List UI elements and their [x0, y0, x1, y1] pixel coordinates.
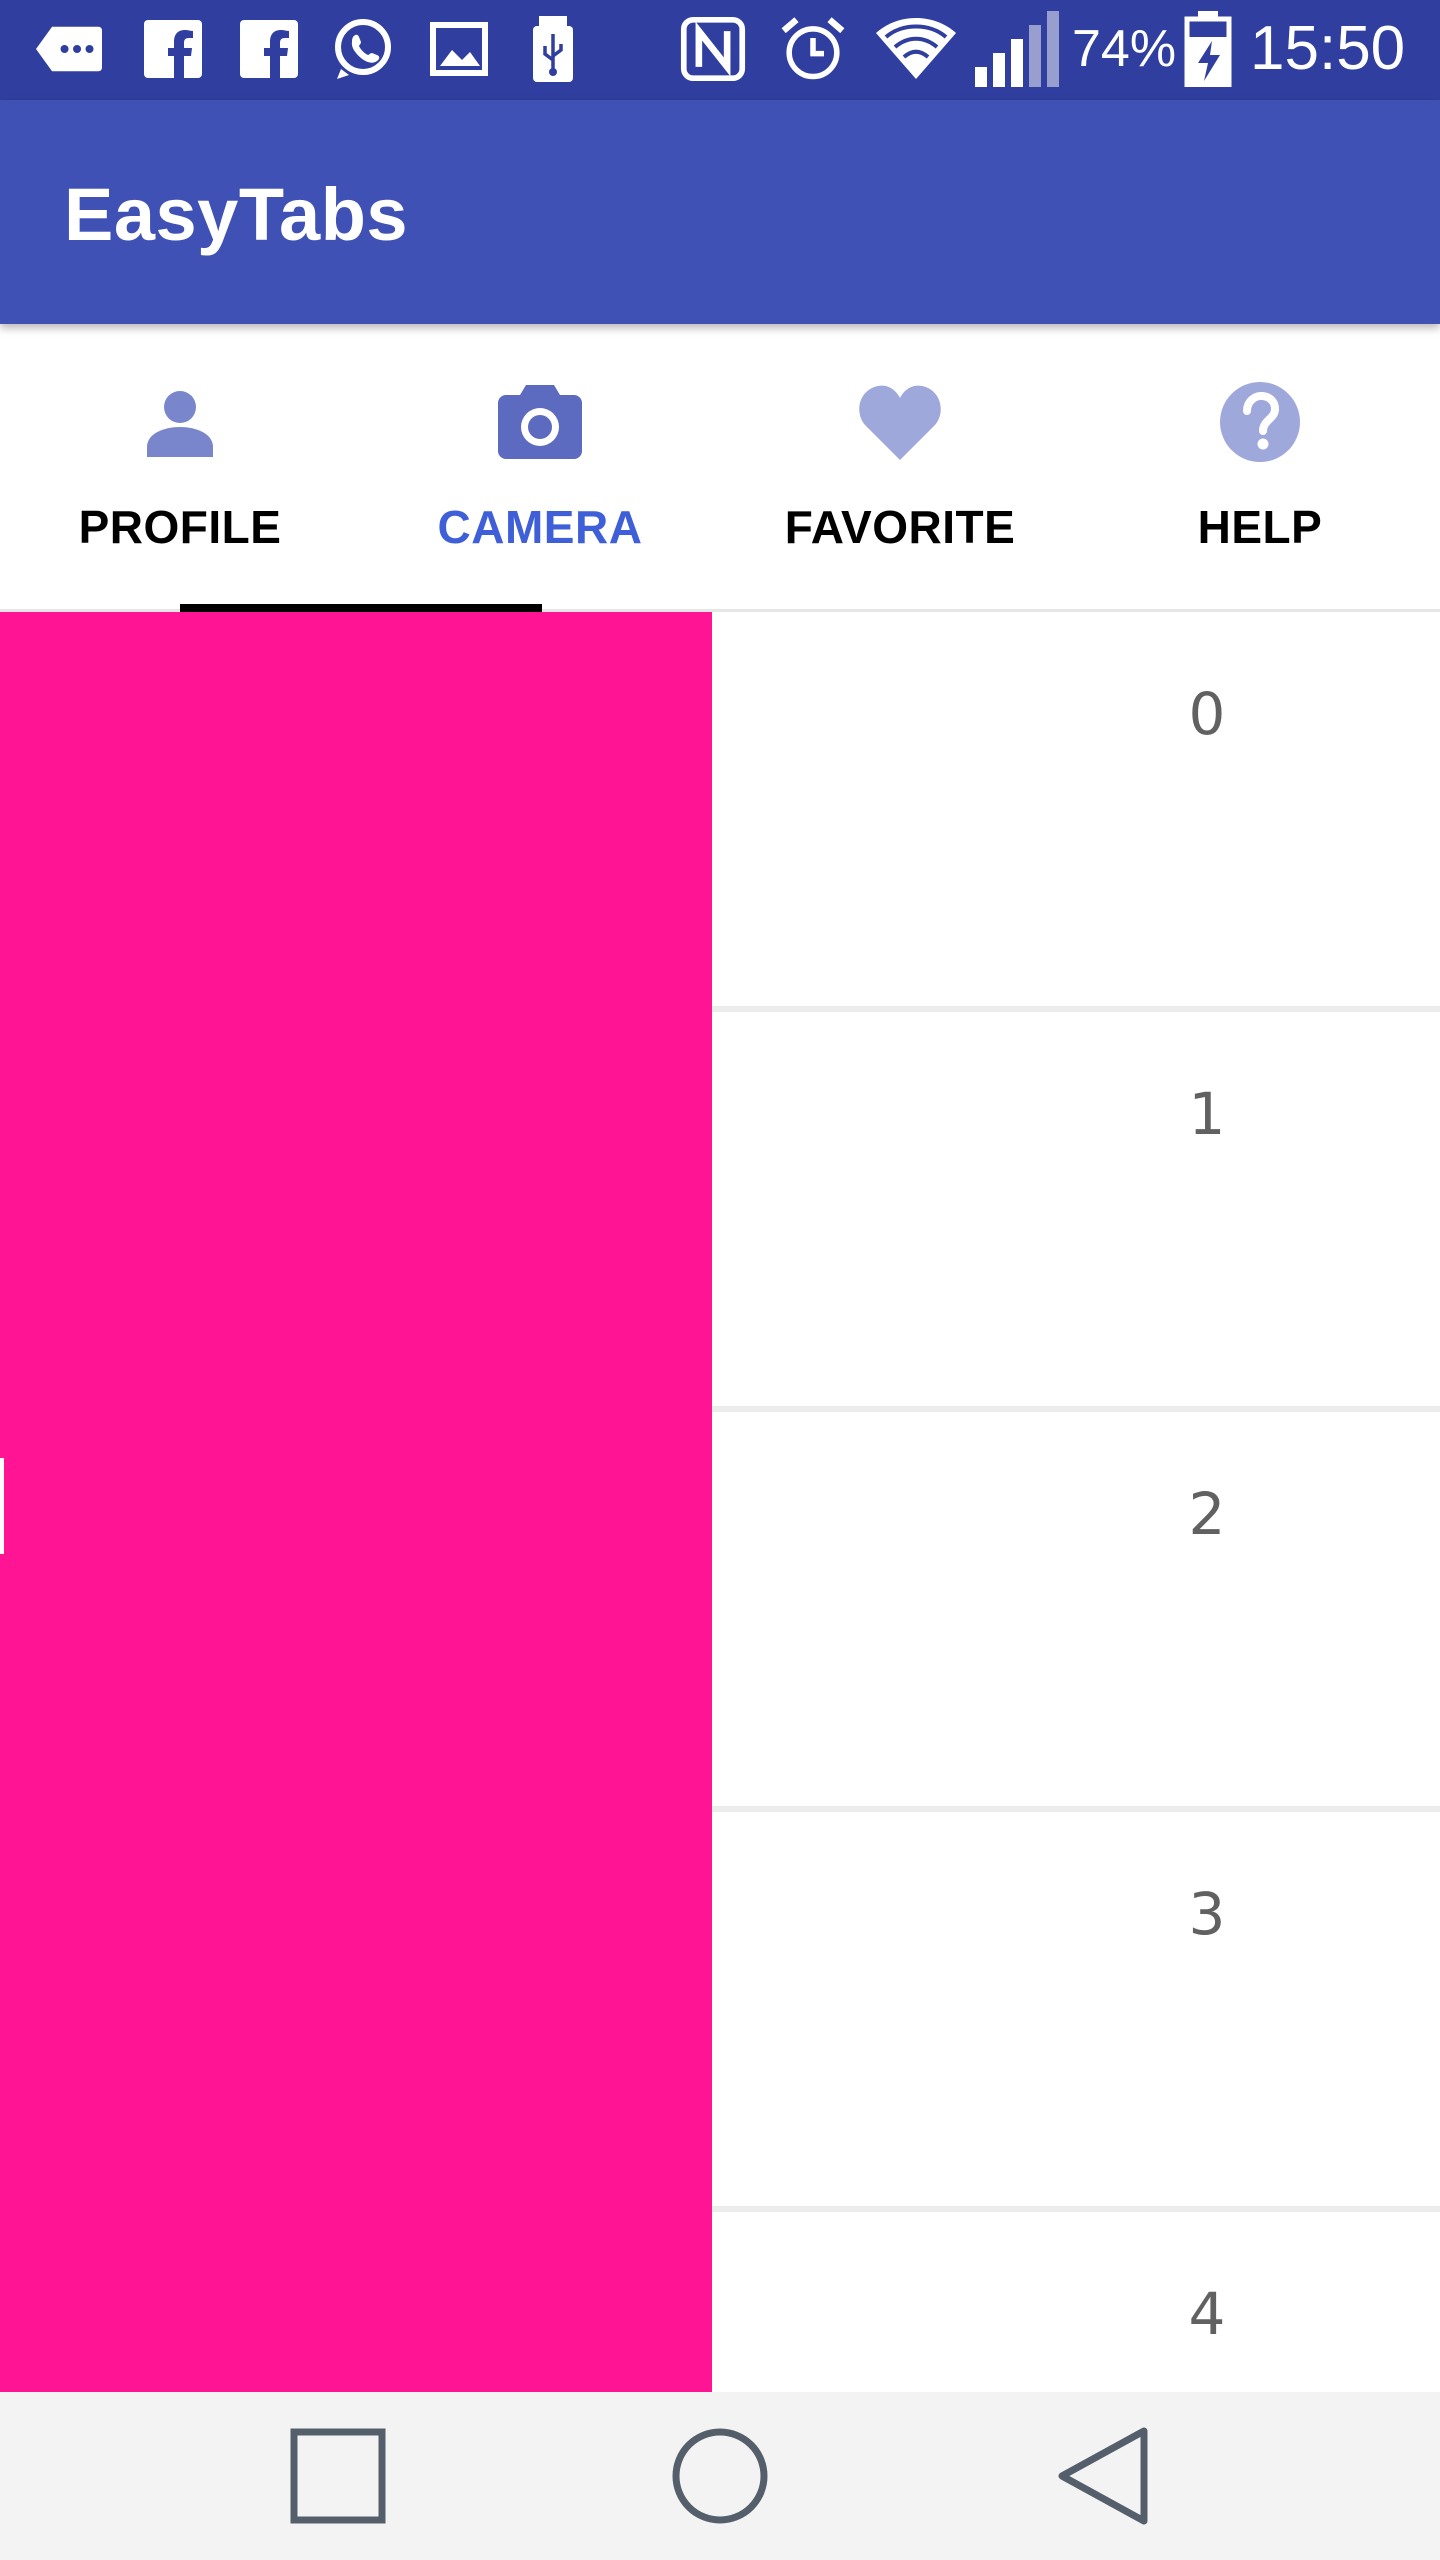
list-item-number: 0	[1188, 680, 1226, 748]
list-item[interactable]: 4	[712, 2212, 1440, 2392]
edge-handle[interactable]	[0, 1458, 4, 1554]
tab-favorite-label: FAVORITE	[784, 501, 1016, 553]
help-icon	[1210, 372, 1310, 472]
wifi-icon	[876, 16, 956, 82]
list-item[interactable]: 2	[712, 1412, 1440, 1812]
app-bar: EasyTabs	[0, 100, 1440, 324]
app-title: EasyTabs	[64, 173, 409, 256]
heart-icon	[850, 372, 950, 472]
battery-charging-icon	[1180, 11, 1236, 87]
square-icon	[290, 2428, 386, 2524]
tab-profile-label: PROFILE	[78, 501, 282, 553]
alarm-icon	[780, 16, 846, 82]
tab-help[interactable]: HELP	[1080, 324, 1440, 609]
facebook-icon	[140, 16, 206, 82]
list-item-number: 4	[1188, 2280, 1226, 2348]
person-icon	[130, 372, 230, 472]
back-button[interactable]	[1034, 2406, 1174, 2546]
triangle-back-icon	[1058, 2427, 1148, 2525]
home-button[interactable]	[650, 2406, 790, 2546]
number-list[interactable]: 0 1 2 3 4	[712, 612, 1440, 2392]
gallery-icon	[426, 16, 492, 82]
facebook-icon	[236, 16, 302, 82]
pink-panel[interactable]	[0, 612, 712, 2392]
list-item[interactable]: 3	[712, 1812, 1440, 2212]
camera-icon	[490, 372, 590, 472]
recents-button[interactable]	[268, 2406, 408, 2546]
navigation-bar	[0, 2392, 1440, 2560]
tab-profile[interactable]: PROFILE	[0, 324, 360, 609]
status-bar: 74% 15:50	[0, 0, 1440, 100]
signal-icon	[972, 11, 1062, 87]
whatsapp-icon	[330, 16, 396, 82]
usb-icon	[520, 16, 586, 82]
tab-indicator	[180, 604, 542, 612]
battery-percent: 74%	[1072, 20, 1177, 78]
list-item-number: 2	[1188, 1480, 1226, 1548]
message-icon	[36, 16, 102, 82]
list-item[interactable]: 1	[712, 1012, 1440, 1412]
nfc-icon	[680, 16, 746, 82]
list-item-number: 3	[1188, 1880, 1226, 1948]
tab-camera[interactable]: CAMERA	[360, 324, 720, 609]
clock: 15:50	[1250, 14, 1406, 83]
tab-camera-label: CAMERA	[437, 501, 643, 553]
tab-bar: PROFILE CAMERA FAVORITE HELP	[0, 324, 1440, 612]
circle-icon	[672, 2428, 768, 2524]
list-item-number: 1	[1188, 1080, 1226, 1148]
tab-help-label: HELP	[1197, 501, 1323, 553]
list-item[interactable]: 0	[712, 612, 1440, 1012]
tab-favorite[interactable]: FAVORITE	[720, 324, 1080, 609]
